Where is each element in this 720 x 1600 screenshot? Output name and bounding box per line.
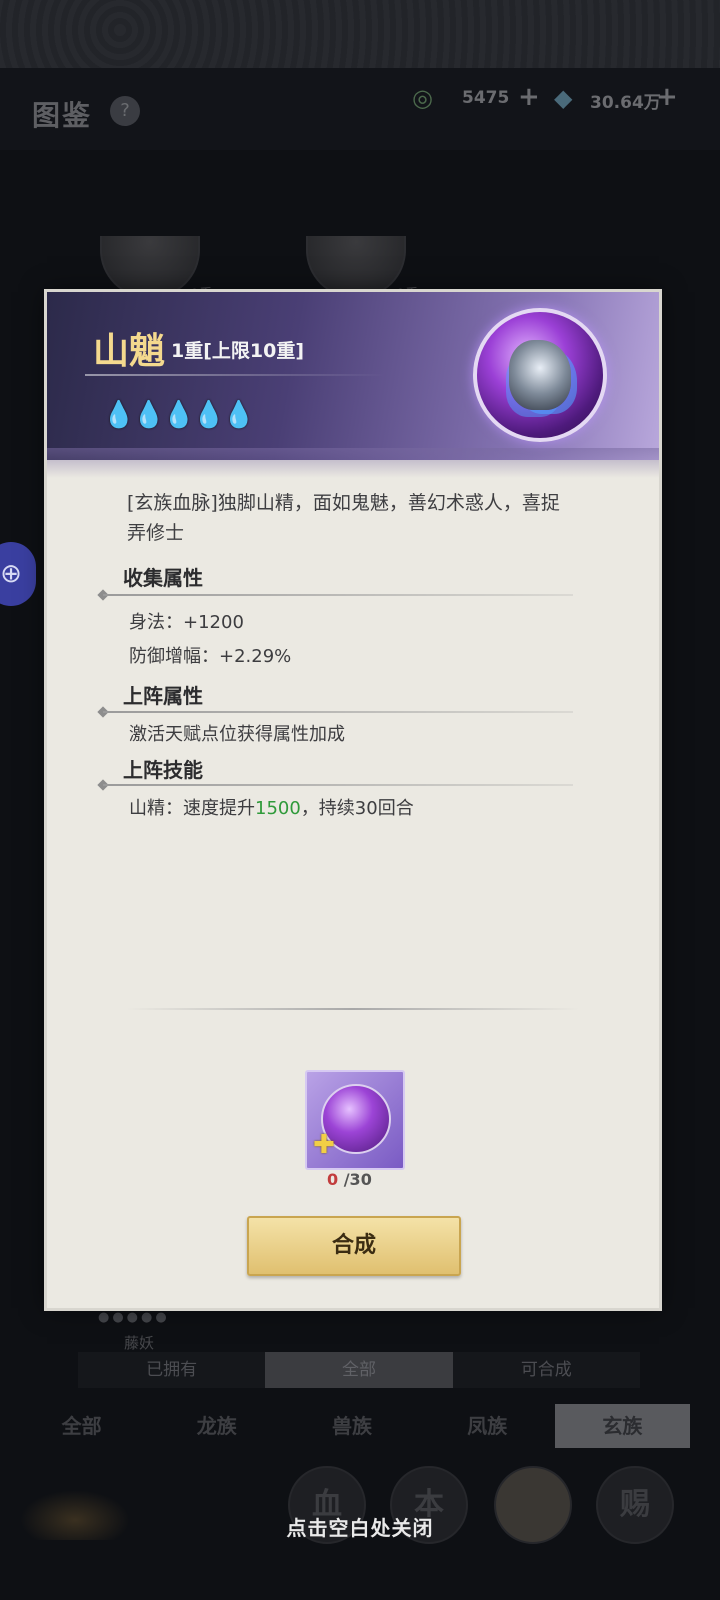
fragment-count: 0 /30 [327, 1170, 372, 1189]
skill-text: 山精：速度提升1500，持续30回合 [129, 794, 414, 820]
collect-attr-defense: 防御增幅：+2.29% [129, 646, 292, 667]
drop-rating: 💧 💧 💧 💧 💧 [102, 400, 256, 430]
add-jade-button[interactable]: + [518, 82, 540, 112]
battle-attr-text: 激活天赋点位获得属性加成 [129, 724, 345, 745]
drop-icon: 💧 [102, 400, 136, 430]
add-crystal-button[interactable]: + [656, 82, 678, 112]
drop-icon: 💧 [192, 400, 226, 430]
tab-all[interactable]: 全部 [14, 1404, 149, 1448]
beast-description: [玄族血脉]独脚山精，面如鬼魅，善幻术惑人，喜捉弄修士 [127, 492, 560, 544]
beast-figure [509, 340, 571, 410]
title-underline [85, 374, 385, 376]
drop-icon: 💧 [162, 400, 196, 430]
bg-card-name: 藤妖 [124, 1334, 155, 1352]
filter-composable[interactable]: 可合成 [453, 1352, 640, 1388]
bg-card-drops: ●●●●● [98, 1310, 170, 1325]
puzzle-piece-icon: ✚ [313, 1130, 335, 1160]
currency-jade-value: 5475 [462, 88, 510, 108]
filter-all[interactable]: 全部 [265, 1352, 453, 1388]
beast-portrait [473, 308, 607, 442]
category-tabs: 全部 龙族 兽族 凤族 玄族 [14, 1404, 691, 1448]
fragment-owned: 0 [327, 1170, 339, 1189]
fragment-card[interactable]: ✚ [305, 1070, 405, 1170]
beast-detail-modal: 山魈 1重[上限10重] 💧 💧 💧 💧 💧 [玄族血脉]独脚山精，面如鬼魅，善… [47, 292, 659, 1308]
drop-icon: 💧 [132, 400, 166, 430]
ownership-filter: 已拥有 全部 可合成 [78, 1352, 640, 1388]
section-collect-title: 收集属性 [123, 566, 203, 590]
skill-value: 1500 [255, 798, 301, 819]
tab-xuan[interactable]: 玄族 [554, 1404, 691, 1448]
collect-attr-agility: 身法：+1200 [129, 612, 244, 633]
beast-level: 1重[上限10重] [171, 340, 305, 362]
tab-beast[interactable]: 兽族 [284, 1404, 419, 1448]
top-decor-band [0, 0, 720, 68]
tab-dragon[interactable]: 龙族 [149, 1404, 284, 1448]
beast-card-thumb[interactable] [306, 236, 406, 298]
jade-ring-icon: ◎ [412, 84, 433, 112]
currency-crystal-value: 30.64万 [590, 93, 661, 113]
beast-name: 山魈 [93, 330, 166, 372]
compose-button[interactable]: 合成 [247, 1216, 461, 1276]
section-line [103, 711, 573, 713]
help-button[interactable]: ? [110, 96, 140, 126]
beast-card-thumb[interactable] [100, 236, 200, 298]
section-skill-title: 上阵技能 [123, 758, 203, 782]
section-battle-title: 上阵属性 [123, 684, 203, 708]
gamepad-icon[interactable]: ⊕ [0, 542, 36, 606]
page-title: 图鉴 [32, 99, 93, 132]
spirit-crystal-icon: ◆ [554, 84, 573, 112]
close-hint[interactable]: 点击空白处关闭 [0, 1512, 720, 1541]
filter-owned[interactable]: 已拥有 [78, 1352, 265, 1388]
section-line [103, 784, 573, 786]
fragment-need: /30 [338, 1170, 372, 1189]
skill-prefix: 山精：速度提升 [129, 798, 255, 819]
section-line [103, 594, 573, 596]
content-divider [127, 1008, 579, 1010]
skill-suffix: ，持续30回合 [300, 798, 414, 819]
drop-icon: 💧 [222, 400, 256, 430]
tab-phoenix[interactable]: 凤族 [420, 1404, 555, 1448]
